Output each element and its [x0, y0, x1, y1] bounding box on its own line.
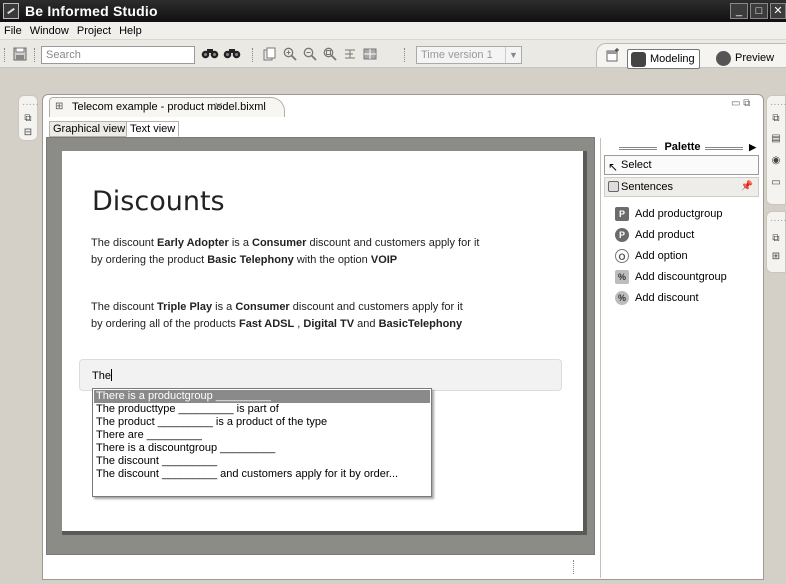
copy-icon[interactable] — [262, 47, 278, 62]
palette-panel — [600, 138, 763, 578]
palette-header[interactable]: Palette ▶ — [605, 140, 760, 154]
perspective-switcher: Modeling Preview — [596, 43, 786, 69]
sentence-1-line-2[interactable]: by ordering the product Basic Telephony … — [91, 252, 397, 269]
grid-icon[interactable] — [362, 47, 378, 62]
discount-icon: % — [615, 291, 629, 305]
palette-item-add-discount[interactable]: % Add discount — [615, 290, 699, 306]
perspective-preview-label: Preview — [735, 52, 775, 64]
open-perspective-icon[interactable] — [605, 48, 621, 63]
palette-item-add-option[interactable]: O Add option — [615, 248, 688, 264]
restore-icon[interactable]: ⧉ — [770, 234, 782, 244]
productgroup-icon: P — [615, 207, 629, 221]
chevron-down-icon[interactable]: ▼ — [505, 47, 521, 63]
palette-select-tool[interactable]: ↖ Select — [604, 155, 759, 175]
restore-icon[interactable]: ⧉ — [22, 114, 34, 124]
text-caret — [110, 369, 112, 381]
time-version-select[interactable]: Time version 1 ▼ — [416, 46, 522, 64]
window-title: Be Informed Studio — [25, 3, 158, 19]
status-grip — [573, 560, 575, 574]
cursor-arrow-icon: ↖ — [608, 160, 619, 174]
perspective-modeling-button[interactable]: Modeling — [627, 49, 700, 69]
menu-window[interactable]: Window — [26, 25, 73, 37]
save-icon[interactable] — [12, 47, 28, 62]
preview-icon — [716, 51, 731, 66]
toolbar-grip[interactable] — [34, 48, 36, 62]
modeling-icon — [631, 52, 646, 67]
sentence-2-line-2[interactable]: by ordering all of the products Fast ADS… — [91, 316, 462, 333]
sentence-1-line-1[interactable]: The discount Early Adopter is a Consumer… — [91, 235, 479, 252]
minimize-button[interactable]: _ — [730, 3, 748, 19]
drawer-icon — [608, 181, 619, 192]
palette-item-add-product[interactable]: P Add product — [615, 227, 694, 243]
trim-handle[interactable]: ····· — [22, 100, 39, 110]
palette-drawer-label: Sentences — [621, 181, 673, 193]
sentence-2-line-1[interactable]: The discount Triple Play is a Consumer d… — [91, 299, 463, 316]
sentence-input[interactable]: The — [79, 359, 562, 391]
layout-icon[interactable] — [342, 47, 358, 62]
status-bar — [0, 580, 786, 584]
autocomplete-option[interactable]: The product _________ is a product of th… — [94, 416, 430, 429]
maximize-button[interactable]: □ — [750, 3, 768, 19]
outline-icon[interactable]: ⊟ — [22, 128, 34, 138]
palette-select-label: Select — [621, 159, 652, 171]
palette-menu-icon[interactable]: ▶ — [749, 140, 756, 154]
menu-file[interactable]: File — [0, 25, 26, 37]
trim-handle[interactable]: ····· — [770, 100, 786, 110]
trim-handle[interactable]: ····· — [770, 216, 786, 226]
sentence-input-value: The — [92, 370, 111, 382]
time-version-value: Time version 1 — [421, 49, 493, 61]
perspective-modeling-label: Modeling — [650, 53, 695, 65]
editor-tab-title: Telecom example - product model.bixml — [72, 101, 266, 113]
discountgroup-icon: % — [615, 270, 629, 284]
left-trim-stack: ····· ⧉ ⊟ — [18, 95, 39, 141]
autocomplete-option[interactable]: There is a discountgroup _________ — [94, 442, 430, 455]
binoculars-icon[interactable] — [222, 47, 242, 62]
title-bar: Be Informed Studio _ □ ✕ — [0, 0, 786, 22]
perspective-preview-button[interactable]: Preview — [713, 49, 778, 69]
tab-graphical-view[interactable]: Graphical view — [49, 121, 130, 137]
autocomplete-option[interactable]: The discount _________ and customers app… — [94, 468, 430, 481]
binoculars-icon[interactable]: ◉ — [770, 156, 782, 166]
zoom-out-icon[interactable] — [302, 47, 318, 62]
page-heading: Discounts — [92, 186, 225, 217]
toolbar: Search Time version 1 ▼ Modeling Preview — [0, 40, 786, 69]
console-icon[interactable]: ▭ — [770, 178, 782, 188]
properties-icon[interactable]: ▤ — [770, 134, 782, 144]
autocomplete-popup: There is a productgroup _________ The pr… — [92, 388, 432, 497]
outline-icon[interactable]: ⊞ — [770, 252, 782, 262]
binoculars-icon[interactable] — [200, 47, 220, 62]
autocomplete-option[interactable]: There are _________ — [94, 429, 430, 442]
palette-title: Palette — [664, 141, 701, 153]
editor-minmax-controls[interactable]: ▭ ⧉ — [731, 98, 750, 109]
toolbar-grip[interactable] — [252, 48, 254, 62]
menu-project[interactable]: Project — [73, 25, 115, 37]
palette-drawer-sentences[interactable]: Sentences 📌 — [604, 177, 759, 197]
toolbar-grip[interactable] — [404, 48, 406, 62]
close-tab-icon[interactable]: ✕ — [214, 100, 223, 113]
zoom-fit-icon[interactable] — [322, 47, 338, 62]
search-input[interactable]: Search — [41, 46, 195, 64]
toolbar-grip[interactable] — [4, 48, 6, 62]
pin-icon[interactable]: 📌 — [741, 178, 753, 196]
autocomplete-option[interactable]: The discount _________ — [94, 455, 430, 468]
editor-tab[interactable]: ⊞ Telecom example - product model.bixml … — [49, 97, 285, 117]
menu-bar: File Window Project Help — [0, 22, 786, 40]
app-icon — [3, 3, 19, 19]
option-icon: O — [615, 249, 629, 263]
restore-icon[interactable]: ⧉ — [770, 114, 782, 124]
model-file-icon: ⊞ — [55, 101, 64, 112]
zoom-in-icon[interactable] — [282, 47, 298, 62]
right-trim-stack: ····· ⧉ ▤ ◉ ▭ — [766, 95, 786, 205]
menu-help[interactable]: Help — [115, 25, 146, 37]
tab-text-view[interactable]: Text view — [126, 121, 180, 137]
autocomplete-option[interactable]: There is a productgroup _________ — [94, 390, 430, 403]
palette-item-add-productgroup[interactable]: P Add productgroup — [615, 206, 722, 222]
autocomplete-option[interactable]: The producttype _________ is part of — [94, 403, 430, 416]
product-icon: P — [615, 228, 629, 242]
close-button[interactable]: ✕ — [770, 3, 786, 19]
right-trim-stack-2: ····· ⧉ ⊞ — [766, 211, 786, 273]
palette-item-add-discountgroup[interactable]: % Add discountgroup — [615, 269, 727, 285]
